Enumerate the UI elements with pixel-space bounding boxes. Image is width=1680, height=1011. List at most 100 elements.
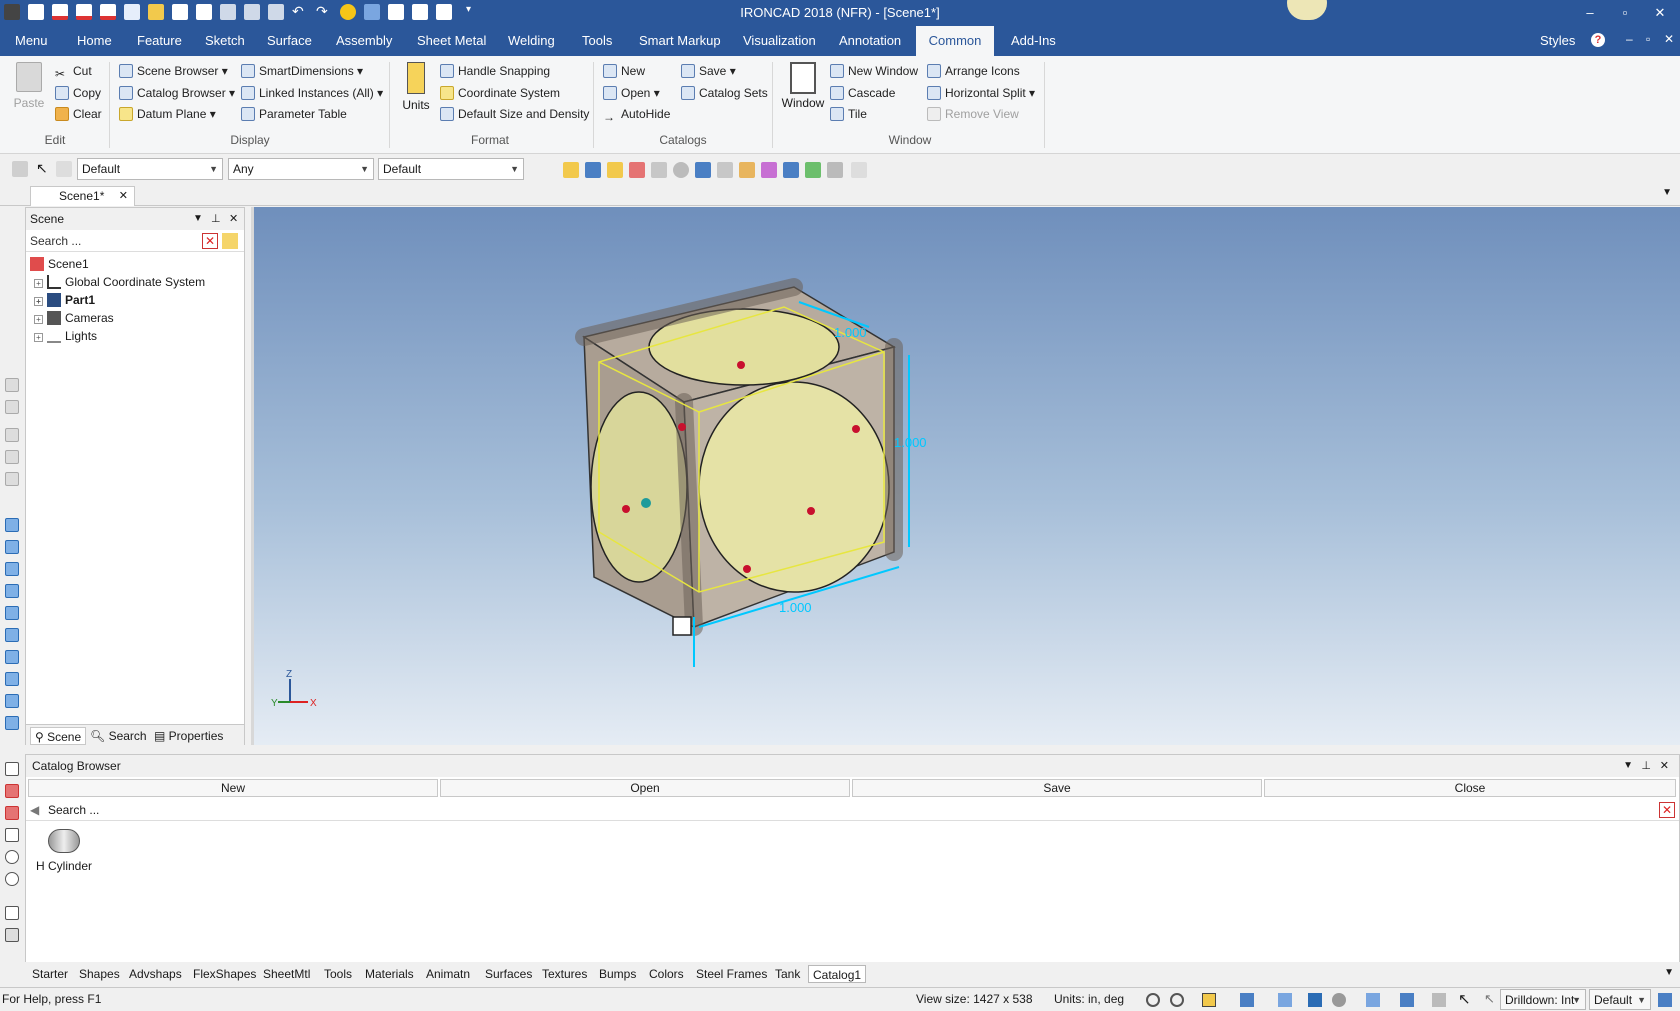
catalog-open-button[interactable]: Open ▾ xyxy=(603,83,660,103)
tree-item-lights[interactable]: + Lights xyxy=(34,327,97,345)
anchor-icon[interactable] xyxy=(641,498,651,508)
sketch-tool-icon-3[interactable] xyxy=(5,806,19,820)
clear-button[interactable]: Clear xyxy=(55,104,102,124)
filter-combo[interactable]: Any ▼ xyxy=(228,158,374,180)
catalog-grid-icon[interactable] xyxy=(695,162,711,178)
autohide-button[interactable]: → AutoHide xyxy=(603,104,670,124)
tool-icon-4[interactable] xyxy=(5,450,19,464)
paste-button[interactable]: Paste xyxy=(10,62,48,114)
catalog-tab-tank[interactable]: Tank xyxy=(775,965,800,983)
sketch-tool-icon-8[interactable] xyxy=(5,928,19,942)
sketch-tool-icon-1[interactable] xyxy=(5,762,19,776)
catalog-sets-button[interactable]: Catalog Sets xyxy=(681,83,768,103)
hand-icon[interactable] xyxy=(1432,993,1446,1007)
tool-icon-1[interactable] xyxy=(5,378,19,392)
default-combo[interactable]: Default ▼ xyxy=(1589,989,1651,1010)
3d-viewport[interactable]: 1.000 1.000 1.000 Z Y X xyxy=(251,207,1680,745)
catalog-tab-sheetmtl[interactable]: SheetMtl xyxy=(263,965,310,983)
catalog-props-icon[interactable] xyxy=(651,162,667,178)
dimension-bottom-label[interactable]: 1.000 xyxy=(779,600,812,615)
catalog-color-icon[interactable] xyxy=(761,162,777,178)
view-cube-icon-5[interactable] xyxy=(5,606,19,620)
close-icon[interactable]: ✕ xyxy=(1660,755,1669,777)
coordinate-system-button[interactable]: Coordinate System xyxy=(440,83,560,103)
copy-button[interactable]: Copy xyxy=(55,83,101,103)
catalog-save-button[interactable]: Save ▾ xyxy=(681,61,736,81)
handle-dot[interactable] xyxy=(807,507,815,515)
handle-dot[interactable] xyxy=(622,505,630,513)
catalog-web-icon[interactable] xyxy=(673,162,689,178)
tile-button[interactable]: Tile xyxy=(830,104,867,124)
tab-common[interactable]: Common xyxy=(916,26,994,56)
sketch-tool-icon-5[interactable] xyxy=(5,850,19,864)
tab-add-ins[interactable]: Add-Ins xyxy=(1001,26,1066,56)
catalog-tab-catalog1[interactable]: Catalog1 xyxy=(808,965,867,983)
view-cube-icon-4[interactable] xyxy=(5,584,19,598)
catalog-open-button[interactable]: Open xyxy=(440,779,850,797)
back-arrow-icon[interactable]: ◀ xyxy=(30,799,39,821)
zoom-extents-icon[interactable] xyxy=(1146,993,1160,1007)
catalog-new-button[interactable]: New xyxy=(28,779,438,797)
tab-home[interactable]: Home xyxy=(67,26,122,56)
dimension-right-label[interactable]: 1.000 xyxy=(894,435,927,450)
style-combo[interactable]: Default ▼ xyxy=(77,158,223,180)
catalog-trash-icon[interactable] xyxy=(827,162,843,178)
catalog-save-button[interactable]: Save xyxy=(852,779,1262,797)
save-file-icon[interactable] xyxy=(585,162,601,178)
catalog-sets-toolbar-icon[interactable] xyxy=(629,162,645,178)
model-canvas[interactable]: 1.000 1.000 1.000 Z Y X xyxy=(254,207,1680,745)
catalog-tab-steel-frames[interactable]: Steel Frames xyxy=(696,965,767,983)
datum-plane-button[interactable]: Datum Plane ▾ xyxy=(119,104,216,124)
catalog-more-icon[interactable] xyxy=(851,162,867,178)
catalog-sort-icon[interactable] xyxy=(739,162,755,178)
clear-search-icon[interactable]: ✕ xyxy=(202,233,218,249)
default-size-density-button[interactable]: Default Size and Density xyxy=(440,104,589,124)
expand-icon[interactable]: + xyxy=(34,315,43,324)
catalog-tab-starter[interactable]: Starter xyxy=(32,965,68,983)
pin-icon[interactable]: ⊥ xyxy=(1641,755,1651,777)
open-catalog-toolbar-icon[interactable] xyxy=(607,162,623,178)
catalog-tab-surfaces[interactable]: Surfaces xyxy=(485,965,532,983)
catalog-tab-shapes[interactable]: Shapes xyxy=(79,965,120,983)
tab-sketch[interactable]: Sketch xyxy=(195,26,255,56)
catalog-new-button[interactable]: New xyxy=(603,61,645,81)
linked-instances-button[interactable]: Linked Instances (All) ▾ xyxy=(241,83,383,103)
catalog-lock-icon[interactable] xyxy=(783,162,799,178)
view-cube-icon-6[interactable] xyxy=(5,628,19,642)
arrange-icons-button[interactable]: Arrange Icons xyxy=(927,61,1020,81)
tree-item-global-coordinate-system[interactable]: + Global Coordinate System xyxy=(34,273,205,291)
catalog-browser-button[interactable]: Catalog Browser ▾ xyxy=(119,83,235,103)
open-file-icon[interactable] xyxy=(563,162,579,178)
cut-button[interactable]: ✂ Cut xyxy=(55,61,92,81)
cube-view-icon[interactable] xyxy=(1240,993,1254,1007)
dimension-top-label[interactable]: 1.000 xyxy=(834,325,867,340)
chevron-down-icon[interactable]: ▼ xyxy=(1623,755,1633,777)
lighting-icon[interactable] xyxy=(1332,993,1346,1007)
tab-visualization[interactable]: Visualization xyxy=(733,26,826,56)
handle-snapping-button[interactable]: Handle Snapping xyxy=(440,61,550,81)
mdi-restore-icon[interactable]: ▫ xyxy=(1646,32,1650,46)
view-cube-icon-7[interactable] xyxy=(5,650,19,664)
handle-dot[interactable] xyxy=(743,565,751,573)
remove-view-button[interactable]: Remove View xyxy=(927,104,1019,124)
tab-properties[interactable]: ▤ Properties xyxy=(154,727,223,745)
close-icon[interactable]: ✕ xyxy=(229,208,238,230)
window-button[interactable]: Window xyxy=(780,62,826,122)
tab-feature[interactable]: Feature xyxy=(127,26,192,56)
cascade-button[interactable]: Cascade xyxy=(830,83,895,103)
minimize-button[interactable]: – xyxy=(1575,3,1605,23)
triball-icon[interactable] xyxy=(672,616,692,636)
doc-tab-scene1[interactable]: Scene1* ✕ xyxy=(30,186,135,206)
drilldown-combo[interactable]: Drilldown: Int ▼ xyxy=(1500,989,1586,1010)
chevron-down-icon[interactable]: ▼ xyxy=(1662,187,1672,198)
catalog-tab-tools[interactable]: Tools xyxy=(324,965,352,983)
catalog-tab-materials[interactable]: Materials xyxy=(365,965,414,983)
catalog-item-h-cylinder[interactable]: H Cylinder xyxy=(32,829,96,879)
tree-item-cameras[interactable]: + Cameras xyxy=(34,309,114,327)
tab-surface[interactable]: Surface xyxy=(257,26,322,56)
expand-icon[interactable]: + xyxy=(34,297,43,306)
scene-browser-button[interactable]: Scene Browser ▾ xyxy=(119,61,228,81)
pin-icon[interactable]: ⊥ xyxy=(211,208,221,230)
mdi-minimize-icon[interactable]: – xyxy=(1626,32,1633,46)
chevron-down-icon[interactable]: ▼ xyxy=(193,208,203,230)
